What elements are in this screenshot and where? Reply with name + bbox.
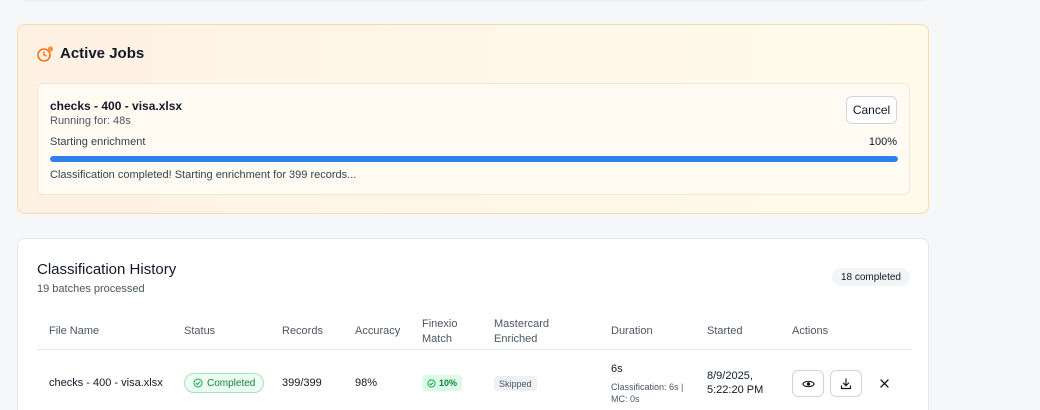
row-file-name: checks - 400 - visa.xlsx xyxy=(49,377,163,389)
column-header-mastercard-line2: Enriched xyxy=(494,333,538,345)
close-icon[interactable] xyxy=(877,376,891,390)
row-accuracy: 98% xyxy=(355,377,378,389)
history-subtitle: 19 batches processed xyxy=(37,283,145,295)
clock-icon xyxy=(37,45,54,62)
eye-icon xyxy=(801,379,815,389)
column-header-finexio-line2: Match xyxy=(422,333,452,345)
column-header-finexio-match: Finexio Match xyxy=(422,317,457,347)
column-header-status: Status xyxy=(184,325,216,337)
mastercard-status-badge: Skipped xyxy=(494,376,537,391)
check-circle-icon xyxy=(193,378,203,388)
status-label: Completed xyxy=(207,377,256,389)
job-progress-percent: 100% xyxy=(868,136,897,148)
job-status-message: Classification completed! Starting enric… xyxy=(50,169,357,181)
column-header-duration: Duration xyxy=(611,325,653,337)
column-header-mastercard-enriched: Mastercard Enriched xyxy=(494,317,549,347)
history-title: Classification History xyxy=(37,261,177,278)
row-records: 399/399 xyxy=(282,377,322,389)
job-file-name: checks - 400 - visa.xlsx xyxy=(50,99,183,113)
column-header-records: Records xyxy=(282,325,323,337)
active-jobs-title: Active Jobs xyxy=(60,45,145,62)
active-job-item: checks - 400 - visa.xlsx Running for: 48… xyxy=(37,83,910,195)
column-header-started: Started xyxy=(707,325,743,337)
download-button[interactable] xyxy=(830,370,862,397)
row-duration: 6s xyxy=(611,363,623,375)
column-header-actions: Actions xyxy=(792,325,829,337)
column-header-finexio-line1: Finexio xyxy=(422,318,458,330)
finexio-match-value: 10% xyxy=(439,378,458,388)
check-circle-icon xyxy=(427,378,436,388)
row-started: 8/9/2025, 5:22:20 PM xyxy=(707,370,764,396)
column-header-accuracy: Accuracy xyxy=(355,325,401,337)
finexio-match-badge: 10% xyxy=(422,375,463,391)
job-running-time: Running for: 48s xyxy=(50,115,131,127)
column-header-mastercard-line1: Mastercard xyxy=(494,318,550,330)
row-duration-detail: Classification: 6s | MC: 0s xyxy=(611,382,684,404)
cancel-job-button[interactable]: Cancel xyxy=(846,96,897,124)
view-button[interactable] xyxy=(792,370,824,397)
classification-history-card: Classification History 19 batches proces… xyxy=(17,238,929,410)
status-badge: Completed xyxy=(184,373,265,393)
active-jobs-card: Active Jobs checks - 400 - visa.xlsx Run… xyxy=(17,24,929,214)
column-header-file-name: File Name xyxy=(49,325,100,337)
download-icon xyxy=(840,377,852,390)
job-stage-label: Starting enrichment xyxy=(50,136,146,148)
active-jobs-header: Active Jobs xyxy=(37,45,144,62)
completed-count-badge: 18 completed xyxy=(831,268,910,286)
table-header-divider xyxy=(37,349,912,350)
job-progress-bar xyxy=(50,156,898,162)
job-progress-fill xyxy=(50,156,898,162)
